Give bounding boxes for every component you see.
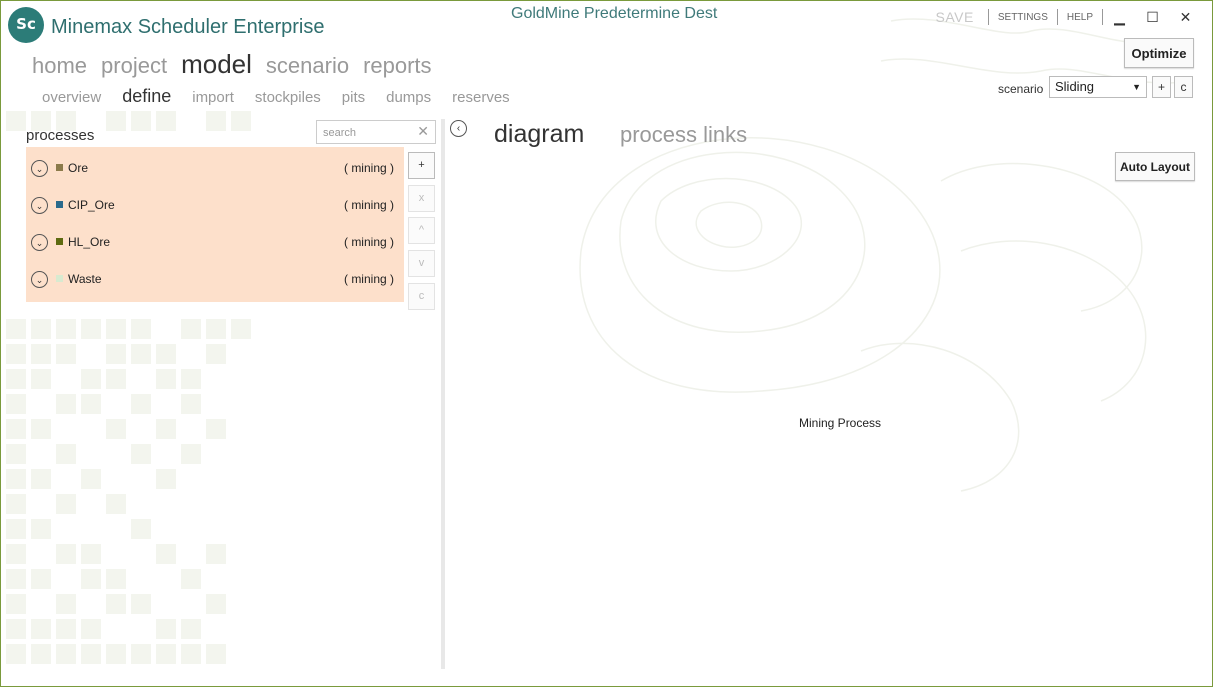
nav-home[interactable]: home: [32, 53, 87, 79]
subnav-define[interactable]: define: [122, 86, 171, 107]
copy-process-button[interactable]: c: [408, 283, 435, 310]
scenario-selected-value: Sliding: [1055, 79, 1095, 94]
expand-icon[interactable]: ⌄: [31, 160, 48, 177]
dropdown-arrow-icon: ▼: [1132, 82, 1141, 92]
document-title: GoldMine Predetermine Dest: [511, 5, 718, 22]
main-nav: home project model scenario reports: [32, 49, 446, 80]
subnav-pits[interactable]: pits: [342, 89, 365, 106]
process-row-hl-ore[interactable]: ⌄ HL_Ore ( mining ): [26, 225, 404, 262]
tab-diagram[interactable]: diagram: [494, 120, 584, 149]
copy-scenario-button[interactable]: c: [1174, 76, 1193, 98]
window-controls: SAVE SETTINGS HELP ▁ ☐ ✕: [936, 7, 1202, 27]
search-input[interactable]: [317, 121, 425, 145]
process-type: ( mining ): [343, 235, 394, 249]
subnav-reserves[interactable]: reserves: [452, 89, 510, 106]
help-link[interactable]: HELP: [1058, 12, 1102, 23]
nav-model[interactable]: model: [181, 49, 252, 80]
process-color-swatch: [56, 275, 63, 282]
process-color-swatch: [56, 201, 63, 208]
processes-title: processes: [26, 127, 95, 144]
add-scenario-button[interactable]: +: [1152, 76, 1171, 98]
process-name: CIP_Ore: [68, 198, 115, 212]
app-logo: Sc: [8, 7, 44, 43]
nav-project[interactable]: project: [101, 53, 167, 79]
collapse-panel-icon[interactable]: ‹: [450, 120, 467, 137]
search-box: ✕: [316, 120, 436, 145]
nav-reports[interactable]: reports: [363, 53, 431, 79]
process-row-ore[interactable]: ⌄ Ore ( mining ): [26, 151, 404, 188]
settings-link[interactable]: SETTINGS: [989, 12, 1057, 23]
process-type: ( mining ): [343, 198, 394, 212]
expand-icon[interactable]: ⌄: [31, 271, 48, 288]
app-window: Sc Minemax Scheduler Enterprise GoldMine…: [0, 0, 1213, 687]
panel-splitter[interactable]: [441, 119, 445, 669]
move-down-button[interactable]: v: [408, 250, 435, 277]
tab-process-links[interactable]: process links: [620, 122, 747, 148]
process-list: ⌄ Ore ( mining ) ⌄ CIP_Ore ( mining ) ⌄ …: [26, 147, 404, 302]
expand-icon[interactable]: ⌄: [31, 234, 48, 251]
subnav-dumps[interactable]: dumps: [386, 89, 431, 106]
process-row-waste[interactable]: ⌄ Waste ( mining ): [26, 262, 404, 299]
subnav-import[interactable]: import: [192, 89, 234, 106]
nav-scenario[interactable]: scenario: [266, 53, 349, 79]
process-type: ( mining ): [343, 161, 394, 175]
process-type: ( mining ): [343, 272, 394, 286]
maximize-icon[interactable]: ☐: [1136, 7, 1169, 27]
process-name: HL_Ore: [68, 235, 111, 249]
scenario-label: scenario: [998, 82, 1044, 96]
delete-process-button[interactable]: x: [408, 185, 435, 212]
diagram-node-mining-process[interactable]: Mining Process: [799, 416, 881, 430]
subnav-stockpiles[interactable]: stockpiles: [255, 89, 321, 106]
close-icon[interactable]: ✕: [1169, 7, 1202, 27]
auto-layout-button[interactable]: Auto Layout: [1115, 152, 1195, 181]
save-button[interactable]: SAVE: [936, 9, 974, 25]
process-color-swatch: [56, 238, 63, 245]
sub-nav: overview define import stockpiles pits d…: [42, 86, 531, 107]
add-process-button[interactable]: +: [408, 152, 435, 179]
optimize-button[interactable]: Optimize: [1124, 38, 1194, 68]
move-up-button[interactable]: ^: [408, 217, 435, 244]
scenario-select[interactable]: Sliding ▼: [1049, 76, 1147, 98]
process-row-cip-ore[interactable]: ⌄ CIP_Ore ( mining ): [26, 188, 404, 225]
process-name: Waste: [68, 272, 102, 286]
subnav-overview[interactable]: overview: [42, 89, 101, 106]
process-color-swatch: [56, 164, 63, 171]
clear-search-icon[interactable]: ✕: [417, 123, 429, 140]
expand-icon[interactable]: ⌄: [31, 197, 48, 214]
app-title: Minemax Scheduler Enterprise: [51, 16, 325, 38]
process-name: Ore: [68, 161, 89, 175]
minimize-icon[interactable]: ▁: [1103, 7, 1136, 27]
